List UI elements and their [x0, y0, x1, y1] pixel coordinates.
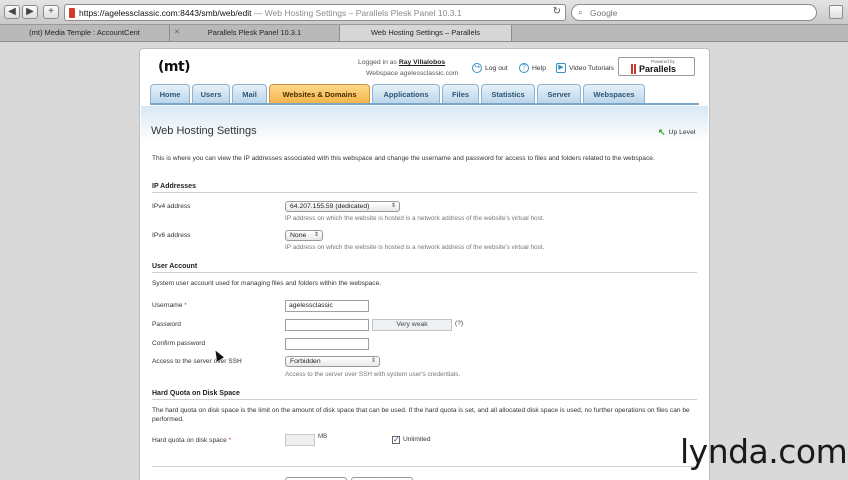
- quota-label: Hard quota on disk space *: [152, 437, 231, 444]
- page-title: Web Hosting Settings: [151, 125, 257, 137]
- password-help-link[interactable]: (?): [455, 320, 463, 327]
- webspace-label: Webspace agelessclassic.com: [366, 70, 459, 77]
- nav-underline: [150, 103, 699, 105]
- new-tab-icon[interactable]: +: [43, 5, 59, 19]
- password-field[interactable]: [285, 319, 369, 331]
- confirm-password-field[interactable]: [285, 338, 369, 350]
- lynda-watermark: lynda.com: [680, 432, 848, 471]
- search-box[interactable]: ⌕: [571, 4, 817, 21]
- tab-home[interactable]: Home: [150, 84, 190, 104]
- login-info: Logged in as Ray Villalobos Webspace age…: [358, 57, 458, 79]
- password-strength: Very weak: [372, 319, 452, 331]
- ssh-select[interactable]: Forbidden ⇕: [285, 356, 380, 367]
- username-label-text: Username: [152, 302, 183, 309]
- tab-applications[interactable]: Applications: [372, 84, 440, 104]
- help-icon: ?: [519, 63, 529, 73]
- ipv4-hint: IP address on which the website is hoste…: [285, 215, 545, 222]
- video-tutorials-link[interactable]: ▶ Video Tutorials: [556, 63, 614, 73]
- ssh-value: Forbidden: [290, 358, 321, 365]
- quota-field[interactable]: [285, 434, 315, 446]
- browser-tab[interactable]: ✕ Parallels Plesk Panel 10.3.1: [170, 25, 340, 41]
- tab-users[interactable]: Users: [192, 84, 230, 104]
- divider: [152, 272, 697, 273]
- browser-toolbar: ◀ ▶ + https://agelessclassic.com:8443/sm…: [0, 0, 848, 25]
- username-label: Username *: [152, 302, 187, 309]
- required-marker: *: [228, 437, 232, 444]
- forward-icon[interactable]: ▶: [22, 5, 38, 19]
- ipv4-select[interactable]: 64.207.155.59 (dedicated) ⇕: [285, 201, 400, 212]
- tab-websites-domains[interactable]: Websites & Domains: [269, 84, 370, 104]
- up-arrow-icon: ↖: [658, 127, 666, 137]
- divider: [152, 192, 697, 193]
- password-label: Password: [152, 321, 181, 328]
- user-link[interactable]: Ray Villalobos: [399, 59, 445, 66]
- help-link[interactable]: ? Help: [519, 63, 546, 73]
- logout-link[interactable]: ↪ Log out: [472, 63, 508, 73]
- help-label: Help: [532, 64, 546, 72]
- section-ip-addresses: IP Addresses: [152, 183, 196, 190]
- browser-tab-bar: (mt) Media Temple : AccountCent ✕ Paralle…: [0, 25, 848, 42]
- browser-tab[interactable]: (mt) Media Temple : AccountCent: [0, 25, 170, 41]
- main-nav: Home Users Mail Websites & Domains Appli…: [150, 84, 647, 104]
- select-caret-icon: ⇕: [313, 232, 319, 238]
- divider: [152, 466, 697, 467]
- address-bar[interactable]: https://agelessclassic.com:8443/smb/web/…: [64, 4, 566, 21]
- mt-logo: (mt): [158, 59, 191, 75]
- back-icon[interactable]: ◀: [4, 5, 20, 19]
- quota-unit: MB: [318, 433, 328, 440]
- watermark-brand: lynda: [680, 432, 769, 471]
- select-caret-icon: ⇕: [390, 203, 396, 209]
- tab-label: Web Hosting Settings – Parallels: [370, 28, 481, 37]
- ssh-hint: Access to the server over SSH with syste…: [285, 371, 461, 378]
- url-text[interactable]: https://agelessclassic.com:8443/smb/web/…: [79, 8, 462, 18]
- tab-webspaces[interactable]: Webspaces: [583, 84, 645, 104]
- tab-files[interactable]: Files: [442, 84, 479, 104]
- quota-desc: The hard quota on disk space is the limi…: [152, 407, 690, 423]
- tab-label: Parallels Plesk Panel 10.3.1: [207, 28, 302, 37]
- close-tab-icon[interactable]: ✕: [174, 25, 180, 41]
- ipv4-label: IPv4 address: [152, 203, 191, 210]
- reload-icon[interactable]: ↻: [553, 6, 561, 17]
- search-input[interactable]: [590, 7, 800, 19]
- ipv6-value: None: [290, 232, 307, 239]
- parallels-badge[interactable]: Powered by Parallels: [618, 57, 695, 76]
- ssl-lock-icon: [69, 8, 75, 18]
- unlimited-label: Unlimited: [403, 436, 431, 443]
- section-user-account: User Account: [152, 263, 198, 270]
- tab-mail[interactable]: Mail: [232, 84, 267, 104]
- logged-in-label: Logged in as: [358, 59, 397, 66]
- up-level-link[interactable]: ↖ Up Level: [658, 127, 695, 138]
- ssh-label: Access to the server over SSH: [152, 358, 242, 365]
- watermark-suffix: .com: [768, 432, 848, 471]
- quota-label-text: Hard quota on disk space: [152, 437, 227, 444]
- video-icon: ▶: [556, 63, 566, 73]
- parallels-logo-icon: [631, 64, 636, 74]
- confirm-password-label: Confirm password: [152, 340, 206, 347]
- logout-icon: ↪: [472, 63, 482, 73]
- account-desc: System user account used for managing fi…: [152, 280, 382, 287]
- plesk-page: (mt) Logged in as Ray Villalobos Webspac…: [139, 48, 710, 480]
- select-caret-icon: ⇕: [370, 358, 376, 364]
- window-resize-icon[interactable]: [829, 5, 843, 19]
- divider: [152, 399, 697, 400]
- ipv6-label: IPv6 address: [152, 232, 191, 239]
- video-label: Video Tutorials: [569, 64, 614, 72]
- parallels-brand: Parallels: [639, 64, 677, 74]
- tab-server[interactable]: Server: [537, 84, 581, 104]
- ipv6-hint: IP address on which the website is hoste…: [285, 244, 545, 251]
- ipv4-value: 64.207.155.59 (dedicated): [290, 203, 370, 210]
- intro-text: This is where you can view the IP addres…: [152, 155, 655, 162]
- unlimited-checkbox[interactable]: ✓: [392, 436, 400, 444]
- tab-statistics[interactable]: Statistics: [481, 84, 535, 104]
- section-hard-quota: Hard Quota on Disk Space: [152, 390, 240, 397]
- search-icon: ⌕: [578, 7, 584, 17]
- tab-label: (mt) Media Temple : AccountCent: [29, 28, 140, 37]
- required-marker: *: [184, 302, 187, 309]
- logout-label: Log out: [485, 64, 508, 72]
- ipv6-select[interactable]: None ⇕: [285, 230, 323, 241]
- up-level-label: Up Level: [668, 129, 696, 136]
- username-field[interactable]: agelessclassic: [285, 300, 369, 312]
- browser-tab-active[interactable]: Web Hosting Settings – Parallels: [340, 25, 512, 41]
